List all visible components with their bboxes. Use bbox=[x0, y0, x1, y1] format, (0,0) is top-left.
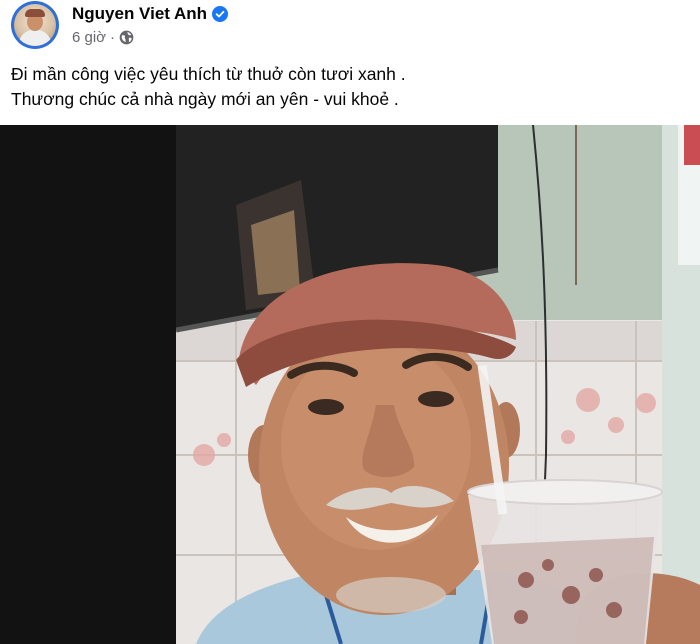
post-photo[interactable] bbox=[0, 125, 700, 644]
selfie-photo bbox=[176, 125, 700, 644]
post-meta: 6 giờ · bbox=[72, 29, 134, 46]
avatar-image bbox=[14, 4, 56, 46]
post-header: Nguyen Viet Anh 6 giờ · bbox=[0, 0, 700, 60]
post-caption: Đi mần công việc yêu thích từ thuở còn t… bbox=[11, 62, 691, 112]
verified-badge-icon bbox=[212, 6, 229, 22]
author-name-row: Nguyen Viet Anh bbox=[72, 3, 229, 25]
caption-line: Đi mần công việc yêu thích từ thuở còn t… bbox=[11, 64, 406, 84]
meta-separator: · bbox=[110, 29, 116, 46]
author-avatar[interactable] bbox=[11, 1, 59, 49]
caption-line: Thương chúc cả nhà ngày mới an yên - vui… bbox=[11, 89, 399, 109]
author-name[interactable]: Nguyen Viet Anh bbox=[72, 4, 207, 24]
post-timestamp[interactable]: 6 giờ bbox=[72, 29, 106, 46]
globe-icon[interactable] bbox=[119, 30, 134, 45]
